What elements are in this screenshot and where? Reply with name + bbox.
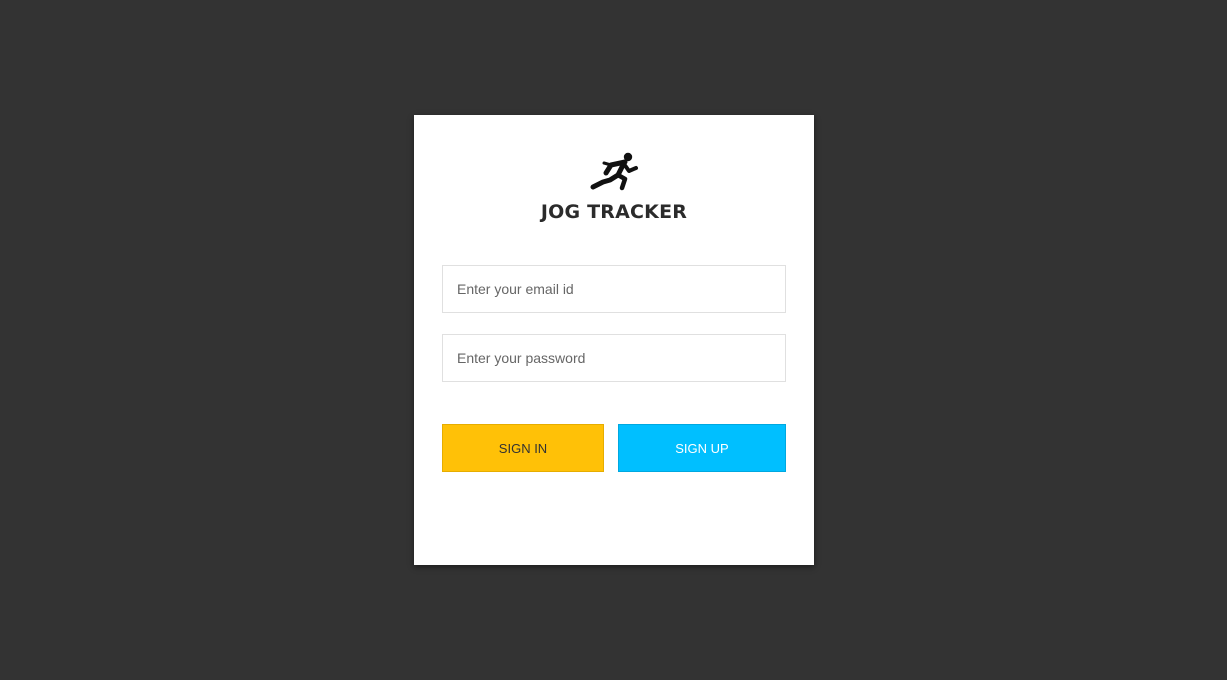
sign-up-button[interactable]: SIGN UP [618, 424, 786, 472]
password-field[interactable] [442, 334, 786, 382]
brand-title: JOG TRACKER [540, 201, 688, 223]
email-field[interactable] [442, 265, 786, 313]
sign-in-button[interactable]: SIGN IN [442, 424, 604, 472]
login-card: JOG TRACKER SIGN IN SIGN UP [414, 115, 814, 565]
runner-icon [590, 152, 638, 191]
page-background: JOG TRACKER SIGN IN SIGN UP [0, 0, 1227, 680]
logo [414, 151, 814, 196]
